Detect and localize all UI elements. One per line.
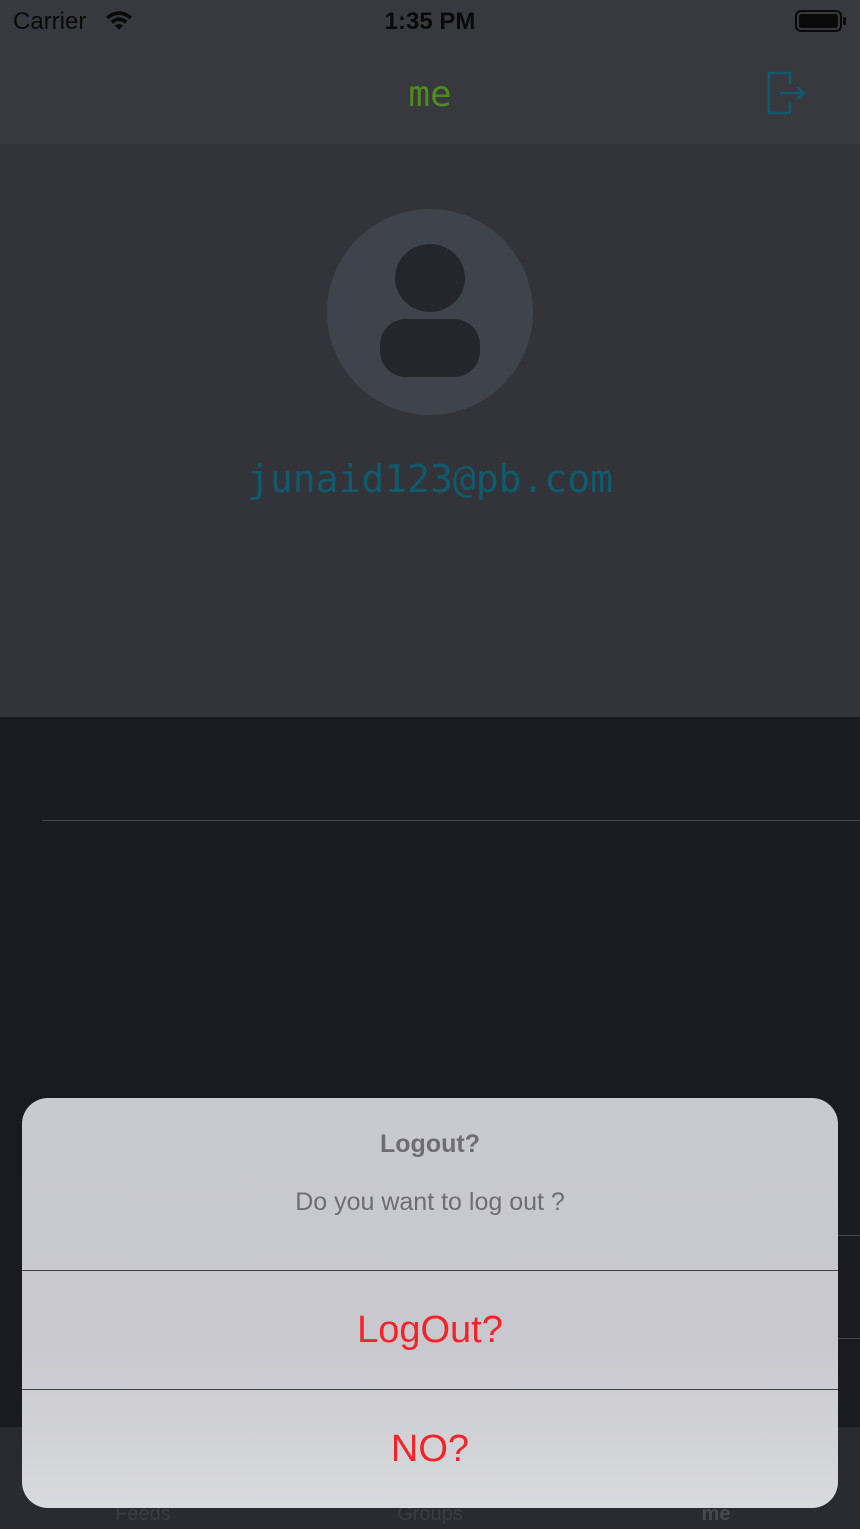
logout-alert: Logout? Do you want to log out ? LogOut?… <box>22 1098 838 1508</box>
logout-confirm-button[interactable]: LogOut? <box>22 1271 838 1389</box>
navigation-bar: me <box>0 44 860 144</box>
page-title: me <box>408 74 452 115</box>
alert-message: Do you want to log out ? <box>295 1188 565 1216</box>
profile-header: junaid123@pb.com <box>0 144 860 717</box>
list-divider <box>42 820 860 821</box>
logout-cancel-button[interactable]: NO? <box>22 1390 838 1508</box>
logout-icon[interactable] <box>766 70 810 116</box>
alert-title: Logout? <box>380 1130 480 1158</box>
status-bar: Carrier 1:35 PM <box>0 0 860 44</box>
screen: Carrier 1:35 PM me junaid123@pb.com Feed… <box>0 0 860 1529</box>
avatar[interactable] <box>327 209 533 415</box>
status-time: 1:35 PM <box>384 8 476 35</box>
battery-icon <box>795 10 846 32</box>
user-email: junaid123@pb.com <box>246 457 614 501</box>
person-icon <box>380 244 480 377</box>
